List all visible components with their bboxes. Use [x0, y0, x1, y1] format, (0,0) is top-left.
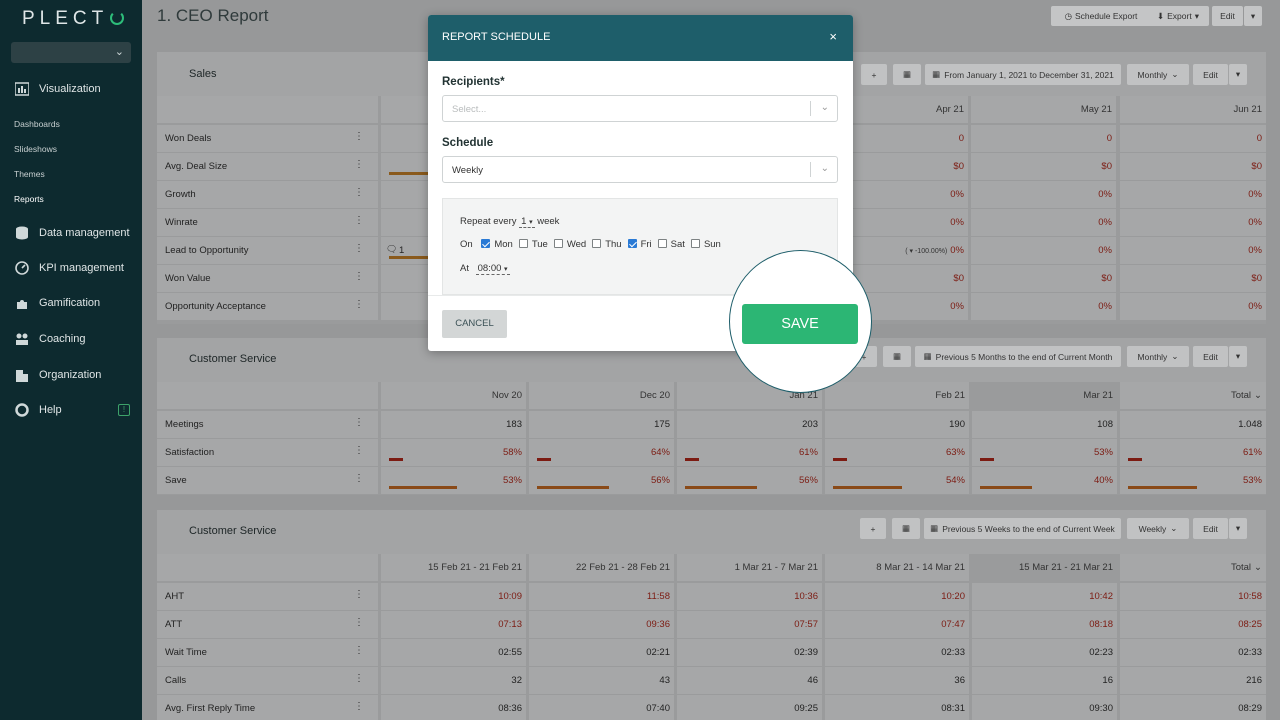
day-option[interactable]: Fri [622, 239, 652, 250]
day-checkbox-wed[interactable] [553, 239, 563, 248]
day-label: Fri [640, 239, 652, 250]
cancel-button[interactable]: CANCEL [442, 310, 507, 338]
modal-header: REPORT SCHEDULE × [428, 15, 853, 61]
schedule-select[interactable]: Weekly ⌄ [442, 156, 838, 183]
recipients-placeholder: Select... [452, 104, 487, 115]
chevron-down-icon: ⌄ [820, 102, 829, 113]
day-option[interactable]: Thu [586, 239, 622, 250]
day-checkbox-sun[interactable] [690, 239, 700, 248]
repeat-row: Repeat every 1 ▾ week [460, 216, 559, 228]
day-option[interactable]: Sat [652, 239, 685, 250]
repeat-interval-select[interactable]: 1 ▾ [519, 216, 535, 228]
repeat-unit: week [537, 216, 560, 227]
days-row: On Mon Tue Wed Thu Fri Sat Sun [460, 239, 721, 250]
modal-overlay: REPORT SCHEDULE × Recipients* Select... … [0, 0, 1280, 720]
day-label: Sat [670, 239, 685, 250]
select-separator [810, 101, 811, 116]
caret-down-icon: ▾ [529, 219, 533, 226]
day-label: Mon [494, 239, 513, 250]
day-checkbox-fri[interactable] [627, 239, 637, 248]
time-select[interactable]: 08:00 ▾ [475, 263, 510, 275]
day-option[interactable]: Mon [475, 239, 513, 250]
recipients-select[interactable]: Select... ⌄ [442, 95, 838, 122]
time-value: 08:00 [477, 263, 502, 274]
schedule-value: Weekly [452, 165, 483, 176]
time-row: At 08:00 ▾ [460, 263, 510, 275]
day-option[interactable]: Wed [548, 239, 586, 250]
day-option[interactable]: Sun [685, 239, 721, 250]
at-label: At [460, 263, 469, 274]
close-icon[interactable]: × [829, 29, 837, 44]
modal-title: REPORT SCHEDULE [442, 31, 551, 43]
caret-down-icon: ▾ [504, 266, 508, 273]
save-button[interactable]: SAVE [742, 304, 858, 344]
schedule-label: Schedule [442, 137, 494, 149]
on-label: On [460, 239, 473, 250]
day-label: Sun [703, 239, 721, 250]
day-checkbox-tue[interactable] [518, 239, 528, 248]
repeat-value: 1 [521, 216, 527, 227]
select-separator [810, 162, 811, 177]
day-checkbox-mon[interactable] [481, 239, 491, 248]
day-label: Wed [566, 239, 587, 250]
day-label: Thu [605, 239, 622, 250]
day-checkbox-sat[interactable] [657, 239, 667, 248]
day-checkbox-thu[interactable] [592, 239, 602, 248]
repeat-label: Repeat every [460, 216, 517, 227]
chevron-down-icon: ⌄ [820, 163, 829, 174]
day-option[interactable]: Tue [513, 239, 548, 250]
recipients-label: Recipients* [442, 76, 505, 88]
day-label: Tue [531, 239, 548, 250]
